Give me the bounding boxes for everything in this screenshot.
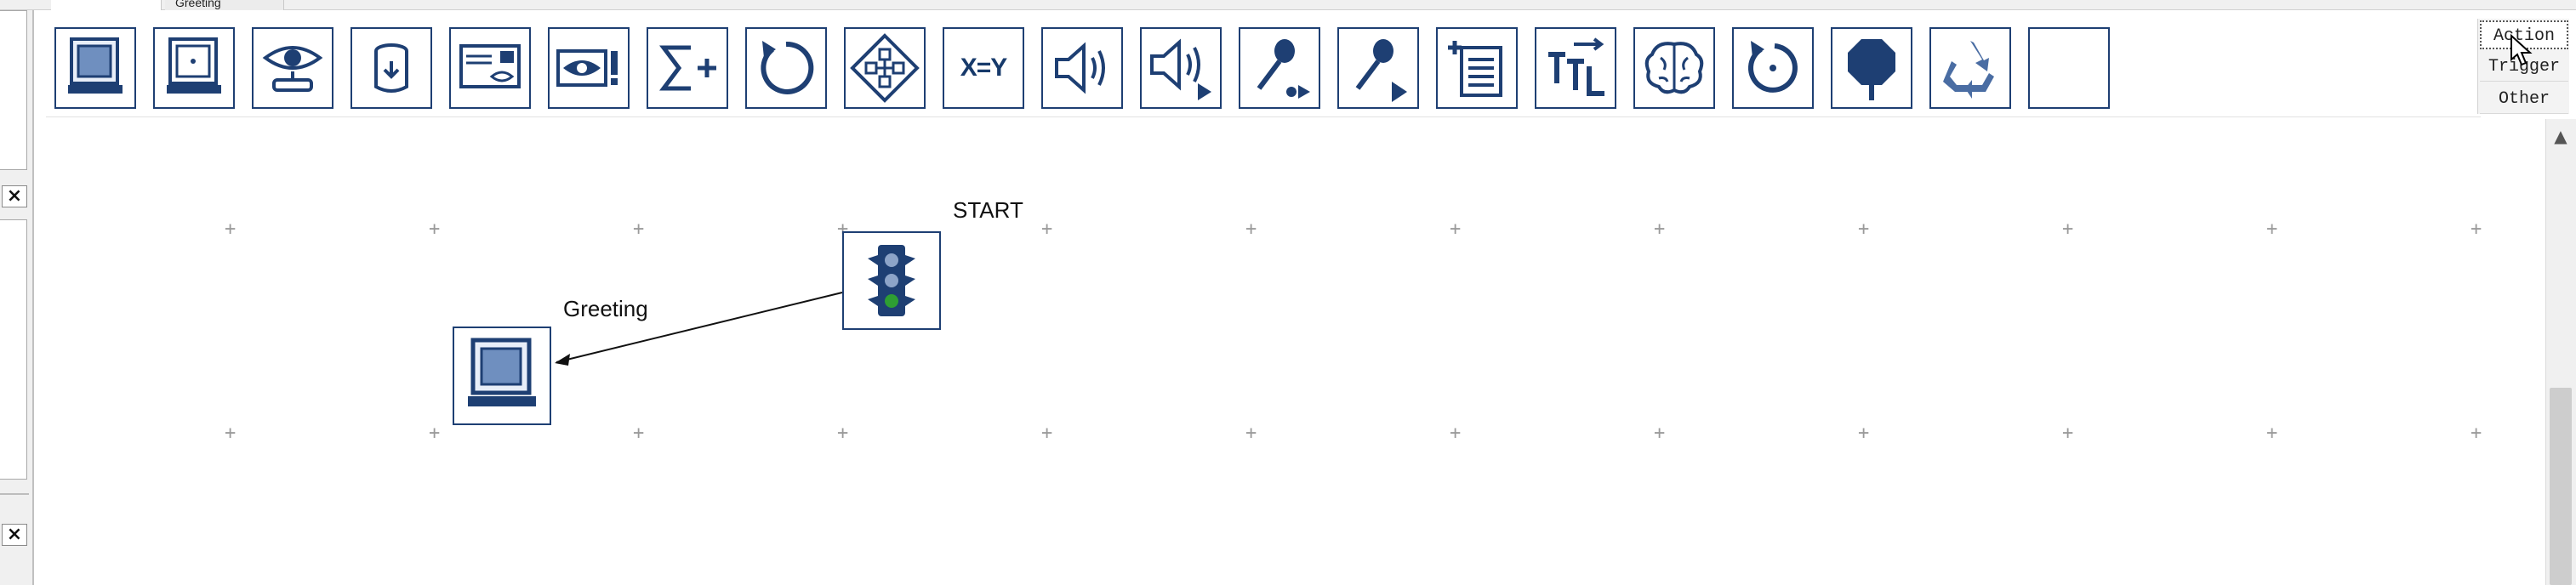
assign-icon: X=Y xyxy=(960,54,1008,82)
recycle-icon xyxy=(1943,41,1994,99)
traffic-light-icon xyxy=(868,245,915,316)
tool-empty-slot[interactable] xyxy=(2028,27,2110,109)
monitor-dot-icon xyxy=(167,37,221,94)
add-list-icon xyxy=(1448,41,1502,97)
category-tab-other[interactable]: Other xyxy=(2480,85,2568,114)
tool-envelope[interactable] xyxy=(449,27,531,109)
tool-stop-sign[interactable] xyxy=(1831,27,1912,109)
left-panel-box-top xyxy=(0,10,27,170)
scrollbar-thumb[interactable] xyxy=(2550,388,2572,585)
flow-canvas[interactable]: + + + + + + + + + + + + + + + + + + + + … xyxy=(36,119,2545,585)
close-panel-button-1[interactable]: × xyxy=(2,185,27,207)
close-panel-button-2[interactable]: × xyxy=(2,524,27,546)
speaker-play-icon xyxy=(1150,38,1211,100)
tool-speaker[interactable] xyxy=(1041,27,1123,109)
left-side-panel: × × xyxy=(0,10,34,585)
tool-diamond-network[interactable] xyxy=(844,27,926,109)
tool-assign[interactable]: X=Y xyxy=(943,27,1024,109)
microphone-play-icon xyxy=(1355,39,1407,102)
tool-brain[interactable] xyxy=(1633,27,1715,109)
tool-add-list[interactable] xyxy=(1436,27,1518,109)
microphone-record-icon xyxy=(1257,39,1310,99)
tool-sigma-plus[interactable] xyxy=(647,27,728,109)
speaker-icon xyxy=(1055,42,1105,94)
tab-active[interactable] xyxy=(51,0,162,10)
diamond-network-icon xyxy=(850,33,920,103)
database-icon xyxy=(374,43,408,93)
monitor-icon xyxy=(468,338,536,406)
sigma-plus-icon xyxy=(659,45,716,91)
vertical-scrollbar[interactable]: ▲ xyxy=(2545,119,2576,585)
tool-monitor-dot[interactable] xyxy=(153,27,235,109)
tool-loop[interactable] xyxy=(745,27,827,109)
eye-icon xyxy=(262,46,323,92)
scroll-up-arrow-icon[interactable]: ▲ xyxy=(2546,124,2575,148)
tool-reset[interactable] xyxy=(1732,27,1814,109)
loop-icon xyxy=(761,41,814,94)
reset-icon xyxy=(1748,41,1798,93)
tool-database[interactable] xyxy=(350,27,432,109)
tool-microphone-play[interactable] xyxy=(1337,27,1419,109)
left-panel-divider xyxy=(0,493,29,495)
monitor-icon xyxy=(68,37,123,94)
brain-icon xyxy=(1644,42,1704,94)
connector-arrow[interactable] xyxy=(36,119,2545,585)
tab-greeting[interactable]: Greeting xyxy=(165,0,284,10)
tab-strip: Greeting xyxy=(0,0,2576,10)
empty-slot-icon xyxy=(2033,32,2105,104)
tool-alert[interactable] xyxy=(548,27,630,109)
start-node-label: START xyxy=(953,197,1023,223)
mouse-pointer-icon xyxy=(2510,34,2533,66)
left-panel-box-middle xyxy=(0,219,27,480)
node-toolbar: X=Y xyxy=(46,17,2481,117)
greeting-node[interactable] xyxy=(453,327,551,425)
start-node[interactable] xyxy=(842,231,941,330)
tool-recycle[interactable] xyxy=(1929,27,2011,109)
envelope-icon xyxy=(459,44,521,88)
tool-speaker-play[interactable] xyxy=(1140,27,1222,109)
stop-sign-icon xyxy=(1848,39,1895,100)
tool-eye[interactable] xyxy=(252,27,333,109)
ttl-icon xyxy=(1548,37,1604,96)
tool-microphone-record[interactable] xyxy=(1239,27,1320,109)
greeting-node-label: Greeting xyxy=(563,296,648,321)
alert-icon xyxy=(556,49,618,87)
tool-monitor[interactable] xyxy=(54,27,136,109)
tool-ttl[interactable] xyxy=(1535,27,1616,109)
